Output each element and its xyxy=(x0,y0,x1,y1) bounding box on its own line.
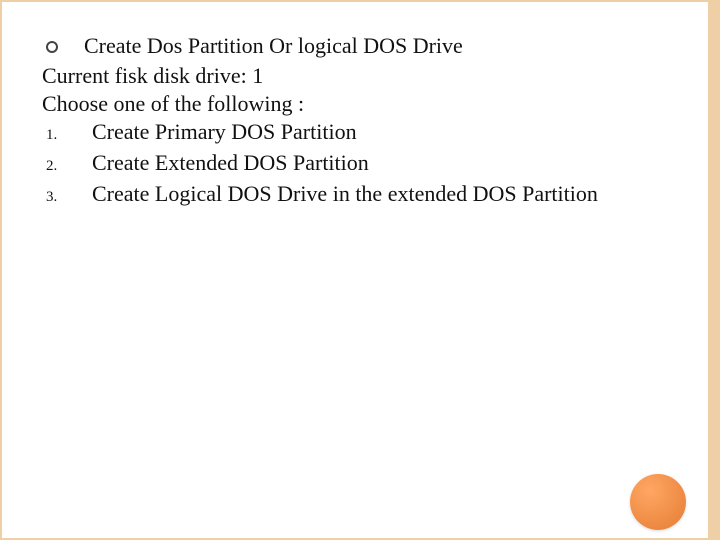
option-number: 3. xyxy=(42,183,92,211)
option-row-1: 1. Create Primary DOS Partition xyxy=(42,118,678,149)
heading-row: Create Dos Partition Or logical DOS Driv… xyxy=(42,32,678,60)
option-row-2: 2. Create Extended DOS Partition xyxy=(42,149,678,180)
choose-line: Choose one of the following : xyxy=(42,90,678,118)
current-drive-line: Current fisk disk drive: 1 xyxy=(42,62,678,90)
option-number: 1. xyxy=(42,121,92,149)
slide-content: Create Dos Partition Or logical DOS Driv… xyxy=(42,32,678,211)
option-number: 2. xyxy=(42,152,92,180)
bullet-open-icon xyxy=(46,41,58,53)
option-text: Create Extended DOS Partition xyxy=(92,149,678,177)
slide: Create Dos Partition Or logical DOS Driv… xyxy=(0,0,720,540)
option-text: Create Logical DOS Drive in the extended… xyxy=(92,180,678,208)
option-row-3: 3. Create Logical DOS Drive in the exten… xyxy=(42,180,678,211)
decorative-circle-icon xyxy=(630,474,686,530)
option-text: Create Primary DOS Partition xyxy=(92,118,678,146)
heading-text: Create Dos Partition Or logical DOS Driv… xyxy=(84,32,463,60)
